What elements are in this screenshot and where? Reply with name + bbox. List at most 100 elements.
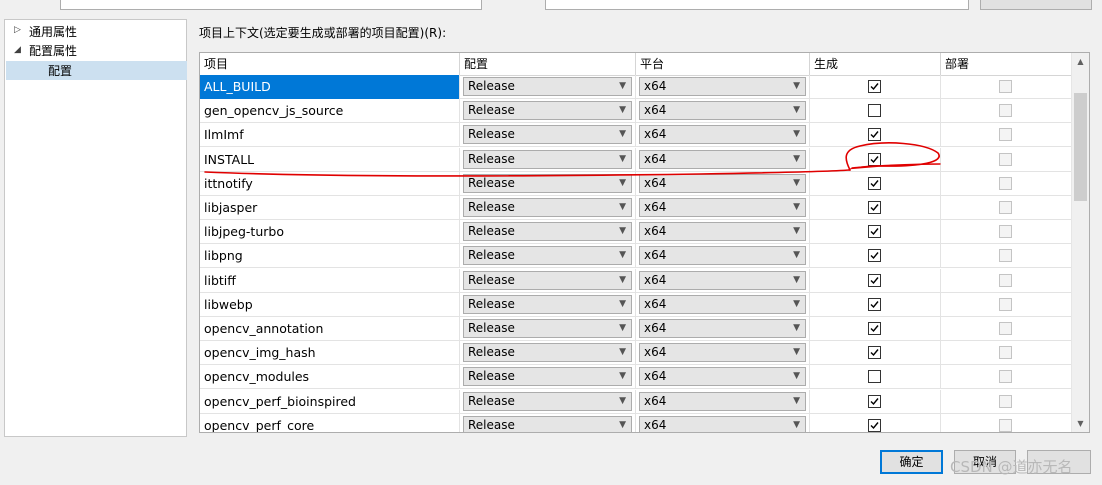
ok-button[interactable]: 确定	[880, 450, 943, 474]
project-name-cell[interactable]: ittnotify	[200, 171, 460, 196]
build-checkbox[interactable]	[868, 346, 881, 360]
chevron-down-icon[interactable]: ▼	[619, 417, 626, 432]
chevron-down-icon[interactable]: ▼	[793, 223, 800, 240]
project-name-cell[interactable]: opencv_img_hash	[200, 341, 460, 366]
chevron-down-icon[interactable]: ▼	[619, 199, 626, 216]
config-dropdown[interactable]: Release ▼	[463, 101, 632, 121]
build-checkbox[interactable]	[868, 225, 881, 239]
build-checkbox[interactable]	[868, 128, 881, 142]
platform-dropdown[interactable]: x64 ▼	[639, 294, 806, 314]
project-name-cell[interactable]: INSTALL	[200, 147, 460, 172]
build-checkbox[interactable]	[868, 176, 881, 190]
table-row[interactable]: INSTALL Release ▼ x64 ▼	[200, 147, 1072, 172]
scrollbar-thumb[interactable]	[1074, 93, 1087, 201]
chevron-down-icon[interactable]: ▼	[793, 102, 800, 119]
chevron-down-icon[interactable]: ▼	[619, 320, 626, 337]
header-deploy[interactable]: 部署	[941, 53, 1072, 75]
config-dropdown[interactable]: Release ▼	[463, 222, 632, 242]
chevron-down-icon[interactable]: ▼	[793, 320, 800, 337]
build-checkbox[interactable]	[868, 297, 881, 311]
project-name-cell[interactable]: libpng	[200, 244, 460, 269]
chevron-down-icon[interactable]: ▼	[619, 272, 626, 289]
config-dropdown[interactable]: Release ▼	[463, 270, 632, 290]
expand-arrow-icon[interactable]: ▷	[14, 25, 21, 35]
chevron-down-icon[interactable]: ▼	[793, 417, 800, 432]
chevron-down-icon[interactable]: ▼	[619, 247, 626, 264]
build-checkbox[interactable]	[868, 249, 881, 263]
chevron-down-icon[interactable]: ▼	[793, 175, 800, 192]
build-checkbox[interactable]	[868, 152, 881, 166]
platform-dropdown[interactable]: x64 ▼	[639, 101, 806, 121]
tree-item-common-properties[interactable]: 通用属性	[29, 22, 77, 42]
platform-dropdown[interactable]: x64 ▼	[639, 173, 806, 193]
build-checkbox[interactable]	[868, 418, 881, 432]
config-dropdown[interactable]: Release ▼	[463, 343, 632, 363]
platform-dropdown[interactable]: x64 ▼	[639, 270, 806, 290]
chevron-down-icon[interactable]: ▼	[619, 78, 626, 95]
tree-item-configuration[interactable]: 配置	[48, 61, 72, 81]
chevron-down-icon[interactable]: ▼	[619, 223, 626, 240]
project-name-cell[interactable]: libjpeg-turbo	[200, 220, 460, 245]
project-name-cell[interactable]: ALL_BUILD	[200, 75, 460, 99]
table-row[interactable]: opencv_perf_core Release ▼ x64 ▼	[200, 413, 1072, 432]
table-row[interactable]: ittnotify Release ▼ x64 ▼	[200, 171, 1072, 196]
table-row[interactable]: libpng Release ▼ x64 ▼	[200, 244, 1072, 269]
project-name-cell[interactable]: opencv_perf_bioinspired	[200, 389, 460, 414]
platform-dropdown[interactable]: x64 ▼	[639, 367, 806, 387]
platform-dropdown[interactable]: x64 ▼	[639, 415, 806, 432]
scroll-down-icon[interactable]: ▼	[1072, 415, 1089, 432]
project-name-cell[interactable]: opencv_modules	[200, 365, 460, 390]
chevron-down-icon[interactable]: ▼	[619, 368, 626, 385]
chevron-down-icon[interactable]: ▼	[619, 175, 626, 192]
platform-dropdown[interactable]: x64 ▼	[639, 198, 806, 217]
config-dropdown[interactable]: Release ▼	[463, 246, 632, 266]
project-name-cell[interactable]: opencv_annotation	[200, 317, 460, 341]
table-row[interactable]: opencv_img_hash Release ▼ x64 ▼	[200, 341, 1072, 366]
chevron-down-icon[interactable]: ▼	[793, 296, 800, 313]
table-row[interactable]: libtiff Release ▼ x64 ▼	[200, 268, 1072, 293]
header-build[interactable]: 生成	[810, 53, 941, 75]
chevron-down-icon[interactable]: ▼	[793, 151, 800, 168]
chevron-down-icon[interactable]: ▼	[619, 344, 626, 361]
config-dropdown[interactable]: Release ▼	[463, 125, 632, 145]
platform-dropdown[interactable]: x64 ▼	[639, 222, 806, 242]
platform-dropdown[interactable]: x64 ▼	[639, 343, 806, 363]
table-row[interactable]: libwebp Release ▼ x64 ▼	[200, 292, 1072, 317]
chevron-down-icon[interactable]: ▼	[793, 126, 800, 143]
table-row[interactable]: opencv_perf_bioinspired Release ▼ x64 ▼	[200, 389, 1072, 414]
config-dropdown[interactable]: Release ▼	[463, 198, 632, 217]
config-dropdown[interactable]: Release ▼	[463, 319, 632, 338]
table-row[interactable]: opencv_modules Release ▼ x64 ▼	[200, 365, 1072, 390]
chevron-down-icon[interactable]: ▼	[793, 247, 800, 264]
project-name-cell[interactable]: gen_opencv_js_source	[200, 99, 460, 124]
table-row[interactable]: opencv_annotation Release ▼ x64 ▼	[200, 317, 1072, 341]
config-dropdown[interactable]: Release ▼	[463, 367, 632, 387]
configuration-manager-button[interactable]	[980, 0, 1092, 10]
header-platform[interactable]: 平台	[636, 53, 810, 75]
build-checkbox[interactable]	[868, 394, 881, 408]
project-name-cell[interactable]: libtiff	[200, 268, 460, 293]
platform-dropdown[interactable]: x64 ▼	[639, 77, 806, 96]
chevron-down-icon[interactable]: ▼	[793, 272, 800, 289]
chevron-down-icon[interactable]: ▼	[619, 151, 626, 168]
platform-dropdown[interactable]: x64 ▼	[639, 125, 806, 145]
project-name-cell[interactable]: opencv_perf_core	[200, 413, 460, 432]
config-dropdown[interactable]: Release ▼	[463, 173, 632, 193]
chevron-down-icon[interactable]: ▼	[793, 199, 800, 216]
chevron-down-icon[interactable]: ▼	[793, 393, 800, 410]
chevron-down-icon[interactable]: ▼	[619, 102, 626, 119]
platform-dropdown[interactable]	[545, 0, 969, 10]
chevron-down-icon[interactable]: ▼	[793, 78, 800, 95]
build-checkbox[interactable]	[868, 370, 881, 384]
tree-item-configuration-properties[interactable]: 配置属性	[29, 41, 77, 61]
table-row[interactable]: ALL_BUILD Release ▼ x64 ▼	[200, 75, 1072, 99]
table-row[interactable]: libjpeg-turbo Release ▼ x64 ▼	[200, 220, 1072, 245]
config-dropdown[interactable]: Release ▼	[463, 391, 632, 411]
header-project[interactable]: 项目	[200, 53, 460, 75]
vertical-scrollbar[interactable]: ▲ ▼	[1071, 53, 1089, 432]
table-row[interactable]: gen_opencv_js_source Release ▼ x64 ▼	[200, 99, 1072, 124]
project-name-cell[interactable]: IlmImf	[200, 123, 460, 148]
header-config[interactable]: 配置	[460, 53, 636, 75]
chevron-down-icon[interactable]: ▼	[619, 296, 626, 313]
project-name-cell[interactable]: libwebp	[200, 292, 460, 317]
